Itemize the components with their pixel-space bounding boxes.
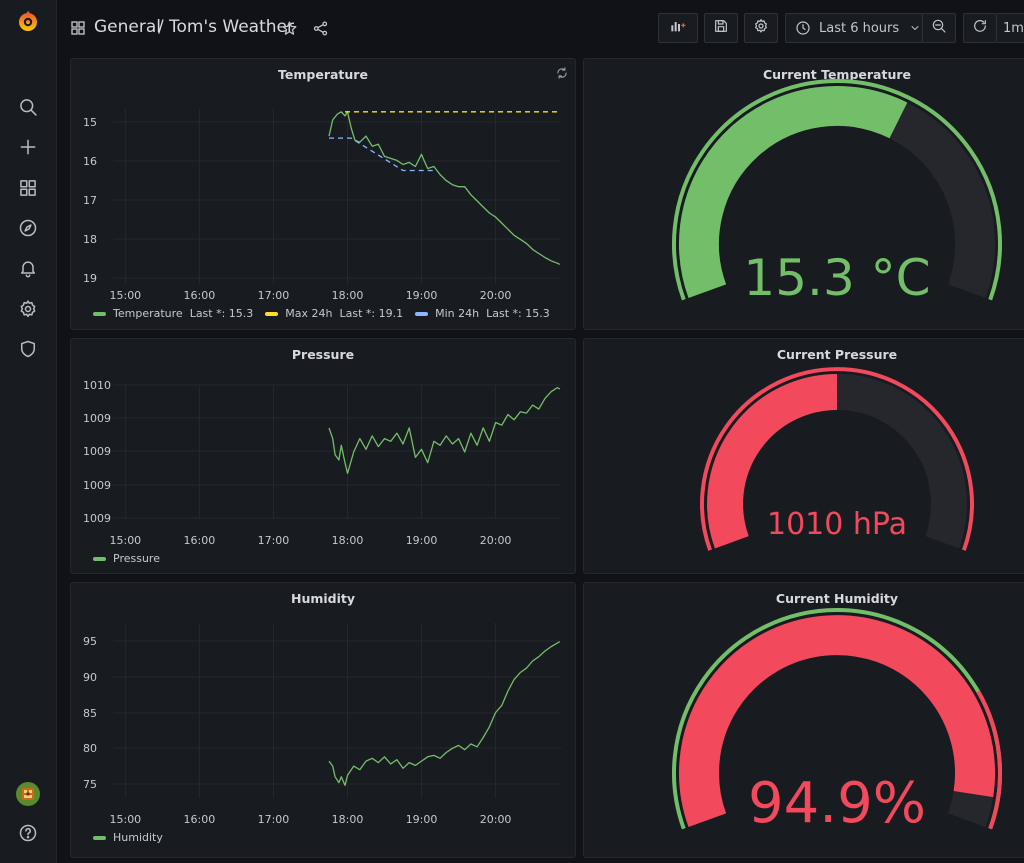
temperature-legend: Temperature Last *: 15.3 Max 24h Last *:… <box>93 307 562 320</box>
temperature-chart[interactable]: 15 16 17 18 19 15:00 16:00 17:00 18:00 19:00 20:00 <box>71 59 576 330</box>
plus-icon[interactable] <box>16 135 40 159</box>
legend-last-value: Last *: 19.1 <box>339 307 404 320</box>
current-temperature-panel[interactable]: Current Temperature 15.3 °C <box>583 58 1024 330</box>
x-tick-label: 18:00 <box>332 289 364 302</box>
save-dashboard-button[interactable] <box>704 13 738 43</box>
search-icon[interactable] <box>16 95 40 119</box>
x-tick-label: 16:00 <box>184 289 216 302</box>
x-tick-label: 16:00 <box>184 534 216 547</box>
time-picker-button[interactable]: Last 6 hours <box>785 13 923 43</box>
gauge-value: 1010 hPa <box>766 507 908 542</box>
x-tick-label: 19:00 <box>406 534 438 547</box>
star-icon[interactable] <box>281 20 298 37</box>
y-tick-label: 17 <box>83 194 97 207</box>
y-tick-label: 85 <box>83 707 97 720</box>
y-tick-label: 15 <box>83 116 97 129</box>
add-panel-icon <box>668 18 688 38</box>
grafana-logo-icon[interactable] <box>16 10 40 34</box>
save-icon <box>713 18 729 38</box>
gauge-value: 94.9% <box>748 771 926 836</box>
dashboard-title[interactable]: Tom's Weather <box>169 17 294 37</box>
legend-item-min-24h[interactable]: Min 24h Last *: 15.3 <box>415 307 550 320</box>
x-tick-label: 19:00 <box>406 289 438 302</box>
humidity-panel[interactable]: Humidity 95 90 85 80 75 15:00 16:00 17:00 18:00 1… <box>70 582 576 858</box>
x-tick-label: 18:00 <box>332 534 364 547</box>
dashboard-settings-icon <box>753 18 769 38</box>
x-tick-label: 20:00 <box>480 813 512 826</box>
x-tick-label: 17:00 <box>258 534 290 547</box>
pressure-panel[interactable]: Pressure 1010 1009 1009 1009 1009 15:00 16:00 1… <box>70 338 576 574</box>
y-tick-label: 1009 <box>83 445 111 458</box>
y-tick-label: 18 <box>83 233 97 246</box>
y-tick-label: 16 <box>83 155 97 168</box>
x-tick-label: 17:00 <box>258 289 290 302</box>
y-tick-label: 19 <box>83 272 97 285</box>
x-tick-label: 18:00 <box>332 813 364 826</box>
dashboard-navbar: General / Tom's Weather Last 6 hours 1m <box>56 0 1024 58</box>
series-line-humidity <box>328 641 561 787</box>
zoom-out-button[interactable] <box>922 13 956 43</box>
legend-last-value: Last *: 15.3 <box>189 307 254 320</box>
refresh-interval-picker[interactable]: 1m <box>996 13 1024 43</box>
alerting-bell-icon[interactable] <box>16 256 40 280</box>
x-tick-label: 16:00 <box>184 813 216 826</box>
x-tick-label: 20:00 <box>480 289 512 302</box>
legend-item-pressure[interactable]: Pressure <box>93 552 160 565</box>
dashboard-grid-icon <box>70 20 86 36</box>
legend-last-value: Last *: 15.3 <box>486 307 550 320</box>
y-tick-label: 1010 <box>83 379 111 392</box>
y-tick-label: 1009 <box>83 479 111 492</box>
legend-label: Max 24h <box>285 307 333 320</box>
x-tick-label: 17:00 <box>258 813 290 826</box>
dashboards-icon[interactable] <box>16 176 40 200</box>
refresh-icon <box>972 18 988 38</box>
legend-label: Temperature <box>113 307 183 320</box>
refresh-interval-label: 1m <box>1003 20 1024 36</box>
add-panel-button[interactable] <box>658 13 698 43</box>
x-tick-label: 20:00 <box>480 534 512 547</box>
user-avatar[interactable] <box>16 782 40 806</box>
server-admin-shield-icon[interactable] <box>16 337 40 361</box>
explore-compass-icon[interactable] <box>16 216 40 240</box>
breadcrumb-separator: / <box>158 17 164 37</box>
pressure-legend: Pressure <box>93 552 172 565</box>
humidity-chart[interactable]: 95 90 85 80 75 15:00 16:00 17:00 18:00 19:00 20:00 <box>71 583 576 858</box>
time-range-label: Last 6 hours <box>819 20 900 36</box>
current-humidity-panel[interactable]: Current Humidity 94.9% <box>583 582 1024 858</box>
x-tick-label: 19:00 <box>406 813 438 826</box>
series-line-temperature <box>328 111 561 265</box>
x-tick-label: 15:00 <box>109 813 141 826</box>
legend-label: Min 24h <box>435 307 480 320</box>
y-tick-label: 95 <box>83 635 97 648</box>
legend-label: Humidity <box>113 831 163 844</box>
x-tick-label: 15:00 <box>109 289 141 302</box>
current-pressure-panel[interactable]: Current Pressure 1010 hPa <box>583 338 1024 574</box>
breadcrumb-folder[interactable]: General <box>94 17 161 37</box>
y-tick-label: 90 <box>83 671 97 684</box>
y-tick-label: 80 <box>83 742 97 755</box>
humidity-legend: Humidity <box>93 831 175 844</box>
pressure-chart[interactable]: 1010 1009 1009 1009 1009 15:00 16:00 17:00 18:00… <box>71 339 576 574</box>
x-tick-label: 15:00 <box>109 534 141 547</box>
share-icon[interactable] <box>312 20 329 37</box>
gauge-value: 15.3 °C <box>743 249 931 307</box>
help-icon[interactable] <box>16 821 40 845</box>
legend-item-temperature[interactable]: Temperature Last *: 15.3 <box>93 307 253 320</box>
series-line-pressure <box>328 387 561 475</box>
legend-item-max-24h[interactable]: Max 24h Last *: 19.1 <box>265 307 403 320</box>
y-tick-label: 1009 <box>83 412 111 425</box>
clock-icon <box>795 20 811 36</box>
sidebar <box>0 0 57 863</box>
y-tick-label: 75 <box>83 778 97 791</box>
series-line-min-24h <box>329 137 434 172</box>
configuration-gear-icon[interactable] <box>16 297 40 321</box>
dashboard-settings-button[interactable] <box>744 13 778 43</box>
temperature-panel[interactable]: Temperature 15 16 17 18 19 15:00 16:00 17:00 18:… <box>70 58 576 330</box>
legend-item-humidity[interactable]: Humidity <box>93 831 163 844</box>
zoom-out-icon <box>931 18 947 38</box>
chevron-down-icon <box>909 22 921 34</box>
legend-label: Pressure <box>113 552 160 565</box>
y-tick-label: 1009 <box>83 512 111 525</box>
refresh-button[interactable] <box>963 13 997 43</box>
